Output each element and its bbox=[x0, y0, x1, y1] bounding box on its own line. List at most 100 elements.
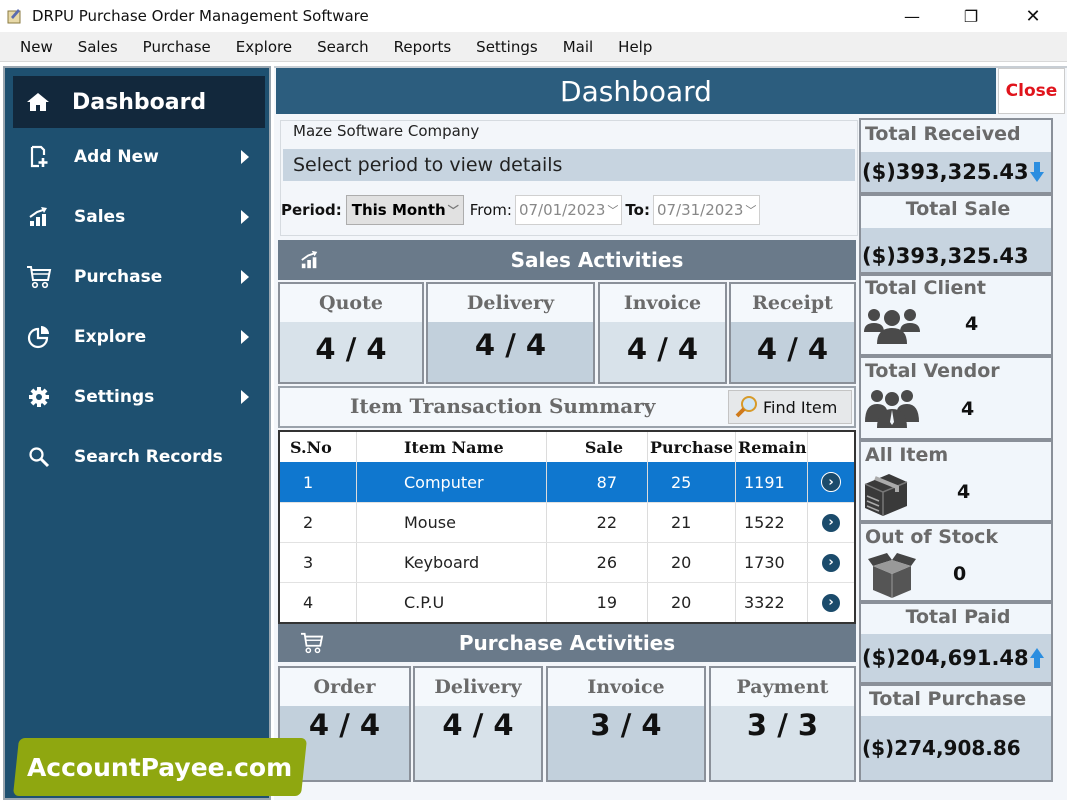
total-sale-card[interactable]: Total Sale ($)393,325.43 bbox=[859, 194, 1053, 274]
tile-label: Receipt bbox=[731, 284, 854, 322]
sales-delivery-tile[interactable]: Delivery 4 / 4 bbox=[426, 282, 595, 384]
purchase-invoice-tile[interactable]: Invoice 3 / 4 bbox=[546, 666, 706, 782]
row-details-arrow-icon[interactable]: › bbox=[821, 552, 841, 573]
cell-remain: 1730 bbox=[736, 543, 808, 582]
menu-bar: New Sales Purchase Explore Search Report… bbox=[0, 32, 1067, 62]
sidebar-item-label: Settings bbox=[74, 387, 155, 407]
total-client-card[interactable]: Total Client 4 bbox=[859, 274, 1053, 356]
restore-icon: ❐ bbox=[963, 6, 979, 26]
from-date-picker[interactable]: 07/01/2023 ﹀ bbox=[514, 195, 623, 225]
period-dropdown[interactable]: This Month ﹀ bbox=[345, 195, 464, 225]
cell-sno: 4 bbox=[280, 583, 357, 622]
cell-purchase: 20 bbox=[648, 583, 736, 622]
cell-name: Computer bbox=[357, 462, 547, 502]
cell-sno: 2 bbox=[280, 503, 357, 542]
window-close-button[interactable]: ✕ bbox=[1010, 0, 1056, 32]
card-value: ($)204,691.48 bbox=[862, 646, 1029, 670]
total-received-card[interactable]: Total Received ($)393,325.43 bbox=[859, 118, 1053, 194]
search-icon bbox=[29, 447, 50, 468]
cell-sno: 3 bbox=[280, 543, 357, 582]
table-row[interactable]: 4 C.P.U 19 20 3322 › bbox=[280, 582, 854, 622]
menu-new[interactable]: New bbox=[0, 32, 65, 62]
add-document-icon bbox=[30, 145, 48, 168]
sidebar-item-explore[interactable]: Explore bbox=[13, 317, 265, 357]
menu-help[interactable]: Help bbox=[605, 32, 664, 62]
to-date-picker[interactable]: 07/31/2023 ﹀ bbox=[652, 195, 761, 225]
cell-sale: 87 bbox=[547, 462, 648, 502]
card-value: 4 bbox=[961, 398, 975, 420]
total-paid-card[interactable]: Total Paid ($)204,691.48 bbox=[859, 602, 1053, 684]
table-row[interactable]: 3 Keyboard 26 20 1730 › bbox=[280, 542, 854, 582]
card-label: Total Vendor bbox=[865, 360, 1000, 382]
close-dashboard-button[interactable]: Close bbox=[998, 68, 1065, 114]
column-header[interactable]: S.No bbox=[280, 432, 357, 462]
section-title: Item Transaction Summary bbox=[350, 394, 656, 418]
sidebar-item-sales[interactable]: Sales bbox=[13, 197, 265, 237]
out-of-stock-card[interactable]: Out of Stock 0 bbox=[859, 522, 1053, 602]
all-item-card[interactable]: All Item 4 bbox=[859, 440, 1053, 522]
menu-search[interactable]: Search bbox=[304, 32, 381, 62]
sidebar-item-add-new[interactable]: Add New bbox=[13, 137, 265, 177]
purchase-delivery-tile[interactable]: Delivery 4 / 4 bbox=[413, 666, 543, 782]
cell-name: Keyboard bbox=[357, 543, 547, 582]
tile-label: Invoice bbox=[600, 284, 725, 322]
minimize-button[interactable]: — bbox=[889, 0, 935, 32]
menu-mail[interactable]: Mail bbox=[550, 32, 605, 62]
restore-button[interactable]: ❐ bbox=[948, 0, 994, 32]
page-title: Dashboard bbox=[276, 68, 996, 114]
open-box-icon bbox=[868, 553, 916, 598]
column-header[interactable]: Purchase bbox=[648, 432, 736, 462]
sales-receipt-tile[interactable]: Receipt 4 / 4 bbox=[729, 282, 856, 384]
menu-reports[interactable]: Reports bbox=[381, 32, 464, 62]
sales-quote-tile[interactable]: Quote 4 / 4 bbox=[278, 282, 424, 384]
magnifier-icon bbox=[735, 396, 757, 418]
to-date-value: 07/31/2023 bbox=[656, 201, 744, 219]
row-details-arrow-icon[interactable]: › bbox=[821, 592, 841, 613]
minimize-icon: — bbox=[904, 6, 920, 26]
card-value: ($)393,325.43 bbox=[862, 160, 1029, 184]
pie-chart-icon bbox=[27, 326, 49, 349]
chevron-right-icon bbox=[241, 270, 249, 284]
card-value: 4 bbox=[965, 313, 979, 335]
column-header[interactable]: Sale bbox=[547, 432, 648, 462]
chevron-down-icon: ﹀ bbox=[607, 204, 619, 217]
table-row[interactable]: 1 Computer 87 25 1191 › bbox=[280, 462, 854, 502]
sales-invoice-tile[interactable]: Invoice 4 / 4 bbox=[598, 282, 727, 384]
find-item-button[interactable]: Find Item bbox=[728, 390, 852, 424]
card-label: Total Purchase bbox=[869, 688, 1027, 710]
cell-purchase: 25 bbox=[648, 462, 736, 502]
cell-remain: 1191 bbox=[736, 462, 808, 502]
total-vendor-card[interactable]: Total Vendor 4 bbox=[859, 356, 1053, 440]
cell-name: C.P.U bbox=[357, 583, 547, 622]
sidebar-item-purchase[interactable]: Purchase bbox=[13, 257, 265, 297]
sidebar-item-settings[interactable]: Settings bbox=[13, 377, 265, 417]
gear-icon bbox=[29, 387, 49, 407]
dashboard-panel: Dashboard Close Maze Software Company Se… bbox=[274, 66, 1067, 800]
menu-settings[interactable]: Settings bbox=[463, 32, 550, 62]
period-selector-group: Maze Software Company Select period to v… bbox=[280, 120, 858, 236]
chevron-right-icon bbox=[241, 150, 249, 164]
vendors-icon bbox=[865, 390, 919, 428]
menu-sales[interactable]: Sales bbox=[65, 32, 130, 62]
sidebar-item-dashboard[interactable]: Dashboard bbox=[13, 76, 265, 128]
from-label: From: bbox=[469, 201, 512, 219]
sidebar-item-label: Dashboard bbox=[72, 89, 207, 115]
cell-sale: 19 bbox=[547, 583, 648, 622]
app-icon bbox=[7, 9, 21, 24]
row-details-arrow-icon[interactable]: › bbox=[821, 512, 841, 533]
total-purchase-card[interactable]: Total Purchase ($)274,908.86 bbox=[859, 684, 1053, 782]
sidebar-item-search-records[interactable]: Search Records bbox=[13, 437, 265, 477]
period-hint: Select period to view details bbox=[283, 149, 855, 181]
chevron-right-icon bbox=[241, 390, 249, 404]
card-label: Total Client bbox=[865, 277, 986, 299]
table-row[interactable]: 2 Mouse 22 21 1522 › bbox=[280, 502, 854, 542]
purchase-payment-tile[interactable]: Payment 3 / 3 bbox=[709, 666, 856, 782]
column-header[interactable]: Remain bbox=[736, 432, 808, 462]
purchase-activities-header: Purchase Activities bbox=[278, 624, 856, 662]
column-header[interactable]: Item Name bbox=[357, 432, 547, 462]
sales-activities-header: Sales Activities bbox=[278, 240, 856, 280]
row-details-arrow-icon[interactable]: › bbox=[821, 472, 841, 492]
menu-explore[interactable]: Explore bbox=[223, 32, 304, 62]
card-value: 0 bbox=[953, 563, 967, 585]
menu-purchase[interactable]: Purchase bbox=[130, 32, 223, 62]
